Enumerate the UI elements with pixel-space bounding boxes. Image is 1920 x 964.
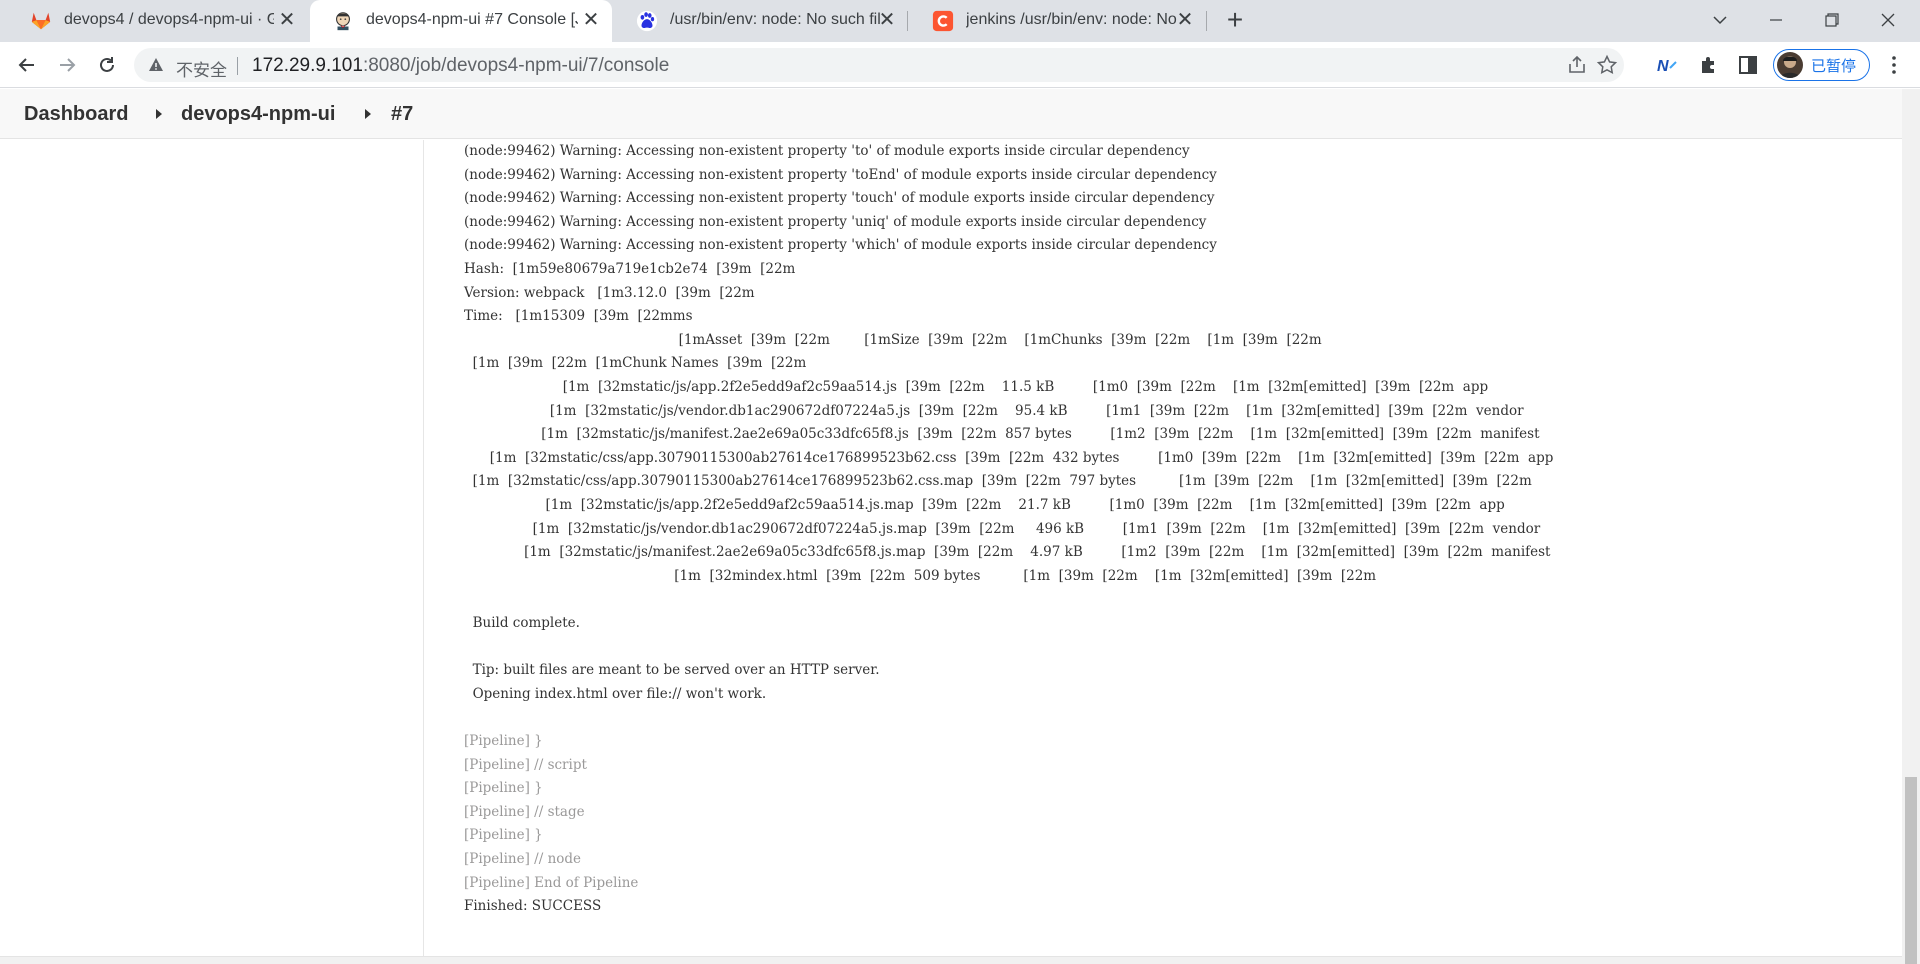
console-line: [1m [32mstatic/css/app.30790115300ab2761…: [464, 473, 1532, 490]
console-line: (node:99462) Warning: Accessing non-exis…: [464, 143, 1190, 159]
puzzle-icon[interactable]: [1698, 54, 1720, 76]
console-line: (node:99462) Warning: Accessing non-exis…: [464, 237, 1217, 254]
avatar-image: [1780, 56, 1800, 78]
tab-csdn[interactable]: jenkins /usr/bin/env: node: No such file…: [910, 0, 1206, 42]
baidu-icon: [636, 10, 658, 32]
back-button[interactable]: [12, 50, 42, 80]
side-panel-icon[interactable]: [1737, 54, 1759, 76]
profile-button[interactable]: 已暂停: [1773, 49, 1870, 81]
pipeline-step-line: [Pipeline] End of Pipeline: [464, 874, 639, 891]
tab-title: /usr/bin/env: node: No such file or dire…: [670, 11, 880, 28]
console-line: Version: webpack [1m3.12.0 [39m [22m: [464, 284, 755, 301]
console-line: (node:99462) Warning: Accessing non-exis…: [464, 213, 1207, 230]
svg-text:N: N: [1657, 58, 1669, 75]
not-secure-label[interactable]: 不安全: [176, 56, 227, 81]
console-line: Finished: SUCCESS: [464, 898, 602, 915]
console-line: [1m [32mstatic/css/app.30790115300ab2761…: [464, 449, 1554, 466]
chevron-right-icon[interactable]: [156, 109, 162, 119]
side-panel: [0, 140, 424, 964]
pipeline-step-line: [Pipeline] // stage: [464, 803, 585, 820]
console-line: [1m [32mstatic/js/vendor.db1ac290672df07…: [464, 520, 1541, 537]
close-icon[interactable]: ✕: [580, 9, 602, 31]
tab-separator: [907, 11, 908, 31]
breadcrumb-build[interactable]: #7: [391, 103, 413, 126]
breadcrumb-job[interactable]: devops4-npm-ui: [181, 103, 335, 126]
tab-title: devops4 / devops4-npm-ui · GitLab: [64, 11, 274, 28]
console-line: [1m [32mstatic/js/app.2f2e5edd9af2c59aa5…: [464, 379, 1489, 395]
breadcrumb: Dashboard devops4-npm-ui #7: [0, 89, 1902, 139]
console-line: Build complete.: [464, 615, 580, 631]
restore-icon: [1825, 13, 1839, 27]
console-line: (node:99462) Warning: Accessing non-exis…: [464, 190, 1215, 207]
tab-gitlab[interactable]: devops4 / devops4-npm-ui · GitLab ✕: [8, 0, 308, 42]
extension-n-icon[interactable]: N: [1656, 54, 1678, 76]
gitlab-icon: [31, 12, 51, 30]
tab-separator: [1206, 11, 1207, 31]
console-line: [1m [32mstatic/js/manifest.2ae2e69a05c33…: [464, 426, 1540, 443]
warning-icon[interactable]: [148, 57, 164, 73]
address-separator: [237, 57, 238, 75]
forward-button[interactable]: [52, 50, 82, 80]
address-bar[interactable]: 不安全 172.29.9.101:8080/job/devops4-npm-ui…: [134, 48, 1624, 82]
pipeline-step-line: [Pipeline] // script: [464, 756, 587, 773]
console-line: Time: [1m15309 [39m [22mms: [464, 308, 693, 325]
console-line: (node:99462) Warning: Accessing non-exis…: [464, 166, 1217, 183]
arrow-left-icon: [18, 58, 34, 72]
console-line: [1mAsset [39m [22m [1mSize [39m [22m [1m…: [464, 331, 1322, 348]
close-icon[interactable]: ✕: [1174, 9, 1196, 31]
console-line: Tip: built files are meant to be served …: [464, 662, 880, 679]
profile-label: 已暂停: [1811, 57, 1857, 75]
tab-jenkins-console[interactable]: devops4-npm-ui #7 Console [Jenkins] ✕: [310, 0, 612, 42]
minimize-icon: [1770, 19, 1782, 21]
csdn-icon: [932, 10, 954, 32]
reload-button[interactable]: [92, 50, 122, 80]
address-url[interactable]: 172.29.9.101:8080/job/devops4-npm-ui/7/c…: [252, 55, 669, 77]
pipeline-step-line: [Pipeline] }: [464, 827, 543, 844]
scrollbar-thumb[interactable]: [1905, 777, 1917, 964]
close-window-button[interactable]: [1860, 0, 1916, 40]
share-icon[interactable]: [1566, 54, 1588, 76]
close-icon: [1881, 13, 1895, 27]
page-scrollbar[interactable]: [1902, 89, 1920, 964]
star-icon[interactable]: [1596, 54, 1618, 76]
tab-baidu[interactable]: /usr/bin/env: node: No such file or dire…: [614, 0, 908, 42]
close-icon[interactable]: ✕: [876, 9, 898, 31]
tab-title: jenkins /usr/bin/env: node: No such file: [966, 11, 1178, 28]
tab-strip: devops4 / devops4-npm-ui · GitLab ✕ devo…: [0, 0, 1920, 42]
url-path: :8080/job/devops4-npm-ui/7/console: [362, 55, 670, 76]
console-line: [1m [32mstatic/js/manifest.2ae2e69a05c33…: [464, 544, 1551, 561]
chevron-down-icon: [1713, 16, 1727, 25]
console-line: [1m [32mstatic/js/vendor.db1ac290672df07…: [464, 402, 1524, 419]
url-host: 172.29.9.101: [252, 55, 363, 76]
new-tab-button[interactable]: +: [1220, 6, 1250, 36]
reload-icon: [100, 57, 114, 72]
console-line: Hash: [1m59e80679a719e1cb2e74 [39m [22m: [464, 261, 796, 277]
console-line: Opening index.html over file:// won't wo…: [464, 685, 767, 702]
jenkins-icon: [336, 12, 350, 31]
close-icon[interactable]: ✕: [276, 9, 298, 31]
browser-toolbar: 不安全 172.29.9.101:8080/job/devops4-npm-ui…: [0, 42, 1920, 88]
console-line: [1m [32mstatic/js/app.2f2e5edd9af2c59aa5…: [464, 497, 1505, 513]
chevron-right-icon[interactable]: [365, 109, 371, 119]
pipeline-step-line: [Pipeline] // node: [464, 851, 582, 867]
pipeline-step-line: [Pipeline] }: [464, 780, 543, 797]
breadcrumb-dashboard[interactable]: Dashboard: [24, 103, 128, 126]
tab-search-button[interactable]: [1692, 0, 1748, 40]
console-line: [1m [32mindex.html [39m [22m 509 bytes […: [464, 567, 1377, 584]
restore-button[interactable]: [1804, 0, 1860, 40]
minimize-button[interactable]: [1748, 0, 1804, 40]
menu-dots-icon[interactable]: [1883, 54, 1905, 76]
console-line: [1m [39m [22m [1mChunk Names [39m [22m: [464, 355, 807, 372]
arrow-right-icon: [60, 58, 76, 72]
page-bottom-edge: [0, 956, 1902, 964]
pipeline-step-line: [Pipeline] }: [464, 733, 543, 749]
tab-title: devops4-npm-ui #7 Console [Jenkins]: [366, 11, 578, 28]
avatar: [1777, 52, 1803, 78]
